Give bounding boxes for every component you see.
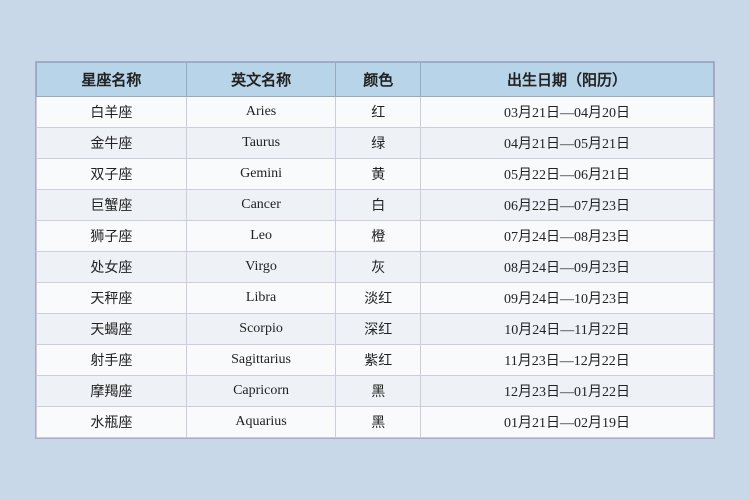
cell-english-name: Gemini <box>186 159 336 190</box>
cell-dates: 08月24日—09月23日 <box>421 252 714 283</box>
table-row: 天蝎座Scorpio深红10月24日—11月22日 <box>37 314 714 345</box>
cell-english-name: Aquarius <box>186 407 336 438</box>
cell-color: 红 <box>336 97 421 128</box>
table-row: 摩羯座Capricorn黑12月23日—01月22日 <box>37 376 714 407</box>
cell-chinese-name: 白羊座 <box>37 97 187 128</box>
cell-dates: 10月24日—11月22日 <box>421 314 714 345</box>
cell-chinese-name: 天蝎座 <box>37 314 187 345</box>
cell-chinese-name: 射手座 <box>37 345 187 376</box>
cell-dates: 06月22日—07月23日 <box>421 190 714 221</box>
cell-dates: 07月24日—08月23日 <box>421 221 714 252</box>
zodiac-table: 星座名称 英文名称 颜色 出生日期（阳历） 白羊座Aries红03月21日—04… <box>36 62 714 438</box>
cell-english-name: Taurus <box>186 128 336 159</box>
cell-chinese-name: 金牛座 <box>37 128 187 159</box>
cell-english-name: Virgo <box>186 252 336 283</box>
table-row: 金牛座Taurus绿04月21日—05月21日 <box>37 128 714 159</box>
cell-chinese-name: 天秤座 <box>37 283 187 314</box>
table-row: 巨蟹座Cancer白06月22日—07月23日 <box>37 190 714 221</box>
table-body: 白羊座Aries红03月21日—04月20日金牛座Taurus绿04月21日—0… <box>37 97 714 438</box>
cell-english-name: Aries <box>186 97 336 128</box>
table-row: 天秤座Libra淡红09月24日—10月23日 <box>37 283 714 314</box>
header-color: 颜色 <box>336 63 421 97</box>
table-row: 双子座Gemini黄05月22日—06月21日 <box>37 159 714 190</box>
header-english-name: 英文名称 <box>186 63 336 97</box>
cell-color: 绿 <box>336 128 421 159</box>
cell-color: 白 <box>336 190 421 221</box>
cell-color: 深红 <box>336 314 421 345</box>
cell-chinese-name: 处女座 <box>37 252 187 283</box>
cell-color: 橙 <box>336 221 421 252</box>
header-chinese-name: 星座名称 <box>37 63 187 97</box>
cell-color: 黑 <box>336 407 421 438</box>
cell-color: 淡红 <box>336 283 421 314</box>
table-row: 白羊座Aries红03月21日—04月20日 <box>37 97 714 128</box>
cell-dates: 12月23日—01月22日 <box>421 376 714 407</box>
cell-dates: 05月22日—06月21日 <box>421 159 714 190</box>
table-header-row: 星座名称 英文名称 颜色 出生日期（阳历） <box>37 63 714 97</box>
cell-chinese-name: 巨蟹座 <box>37 190 187 221</box>
cell-color: 黑 <box>336 376 421 407</box>
cell-chinese-name: 摩羯座 <box>37 376 187 407</box>
cell-color: 灰 <box>336 252 421 283</box>
cell-english-name: Sagittarius <box>186 345 336 376</box>
cell-chinese-name: 水瓶座 <box>37 407 187 438</box>
table-row: 狮子座Leo橙07月24日—08月23日 <box>37 221 714 252</box>
cell-english-name: Leo <box>186 221 336 252</box>
cell-english-name: Capricorn <box>186 376 336 407</box>
table-row: 射手座Sagittarius紫红11月23日—12月22日 <box>37 345 714 376</box>
cell-chinese-name: 双子座 <box>37 159 187 190</box>
cell-dates: 01月21日—02月19日 <box>421 407 714 438</box>
cell-chinese-name: 狮子座 <box>37 221 187 252</box>
cell-dates: 04月21日—05月21日 <box>421 128 714 159</box>
cell-english-name: Cancer <box>186 190 336 221</box>
table-row: 水瓶座Aquarius黑01月21日—02月19日 <box>37 407 714 438</box>
cell-english-name: Libra <box>186 283 336 314</box>
zodiac-table-container: 星座名称 英文名称 颜色 出生日期（阳历） 白羊座Aries红03月21日—04… <box>35 61 715 439</box>
cell-dates: 09月24日—10月23日 <box>421 283 714 314</box>
cell-english-name: Scorpio <box>186 314 336 345</box>
table-row: 处女座Virgo灰08月24日—09月23日 <box>37 252 714 283</box>
header-dates: 出生日期（阳历） <box>421 63 714 97</box>
cell-dates: 11月23日—12月22日 <box>421 345 714 376</box>
cell-color: 黄 <box>336 159 421 190</box>
cell-dates: 03月21日—04月20日 <box>421 97 714 128</box>
cell-color: 紫红 <box>336 345 421 376</box>
